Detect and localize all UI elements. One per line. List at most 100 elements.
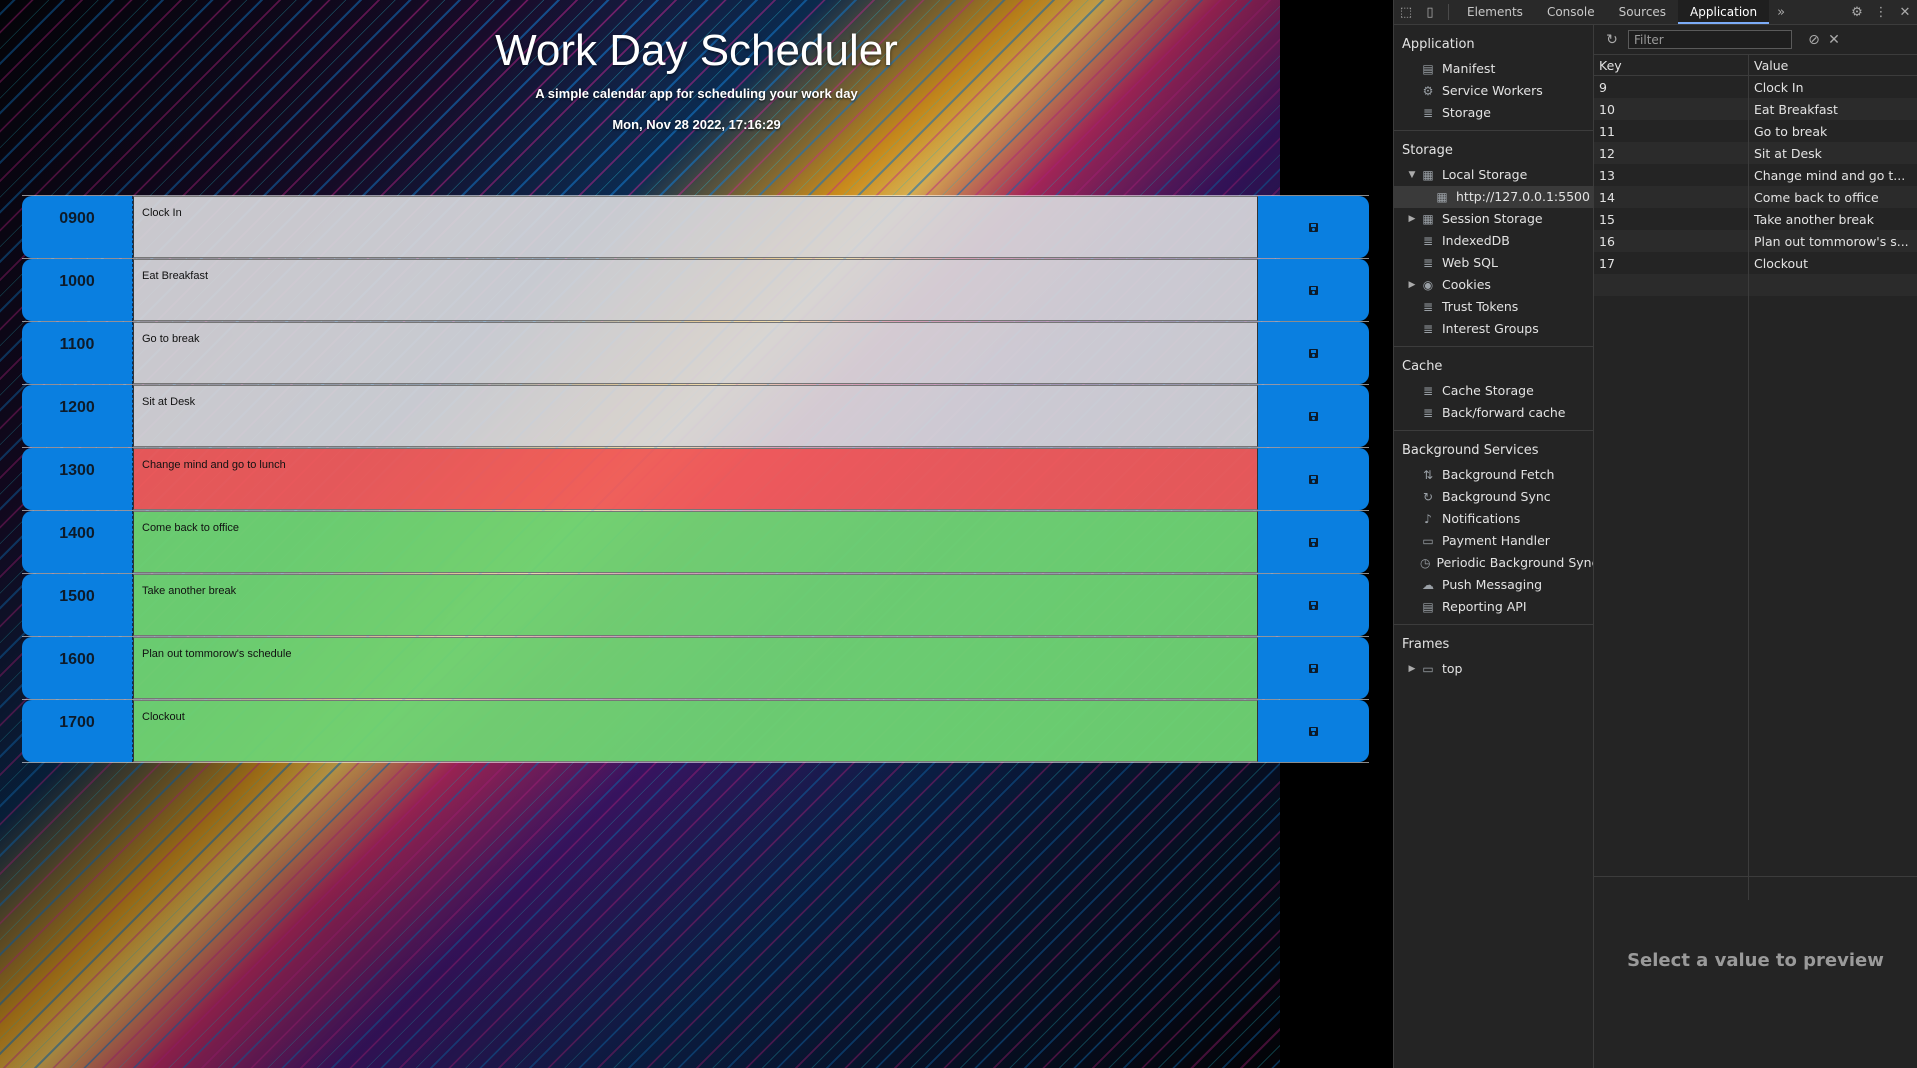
- more-options-icon[interactable]: ⋮: [1869, 0, 1893, 24]
- value-cell[interactable]: Take another break: [1749, 208, 1917, 230]
- event-description-input[interactable]: [133, 511, 1258, 573]
- table-row[interactable]: 14 Come back to office: [1594, 186, 1917, 208]
- more-tabs-icon[interactable]: »: [1769, 0, 1793, 24]
- sidebar-item-trust-tokens[interactable]: ≣ Trust Tokens: [1394, 296, 1593, 318]
- toolbar-divider: [1448, 4, 1449, 20]
- value-cell[interactable]: Eat Breakfast: [1748, 98, 1917, 120]
- settings-gear-icon[interactable]: ⚙: [1845, 0, 1869, 24]
- sidebar-item-background-sync[interactable]: ↻ Background Sync: [1394, 486, 1593, 508]
- table-row[interactable]: 16 Plan out tommorow's s...: [1594, 230, 1917, 252]
- save-button[interactable]: [1258, 574, 1369, 636]
- sidebar-item-local-storage-origin[interactable]: ▦ http://127.0.0.1:5500: [1394, 186, 1593, 208]
- collapsed-arrow-icon[interactable]: ▶: [1406, 208, 1418, 230]
- save-button[interactable]: [1258, 259, 1369, 321]
- refresh-icon[interactable]: ↻: [1602, 32, 1622, 48]
- page-subtitle: A simple calendar app for scheduling you…: [535, 86, 858, 101]
- save-button[interactable]: [1258, 700, 1369, 762]
- key-cell[interactable]: 16: [1594, 230, 1749, 252]
- tab-sources[interactable]: Sources: [1607, 0, 1678, 24]
- table-row[interactable]: 11 Go to break: [1594, 120, 1917, 142]
- sidebar-item-label: Push Messaging: [1442, 577, 1543, 592]
- sidebar-item-label: Background Fetch: [1442, 467, 1555, 482]
- table-row[interactable]: 15 Take another break: [1594, 208, 1917, 230]
- event-description-input[interactable]: [133, 322, 1258, 384]
- sidebar-item-label: Trust Tokens: [1442, 299, 1519, 314]
- key-cell[interactable]: 10: [1594, 98, 1749, 120]
- save-button[interactable]: [1258, 196, 1369, 258]
- event-description-input[interactable]: [133, 385, 1258, 447]
- event-description-input[interactable]: [133, 574, 1258, 636]
- delete-selected-icon[interactable]: ✕: [1824, 32, 1844, 48]
- sidebar-item-periodic-background-sync[interactable]: ◷ Periodic Background Sync: [1394, 552, 1593, 574]
- inspect-element-icon[interactable]: ⬚: [1394, 0, 1418, 24]
- event-description-input[interactable]: [133, 259, 1258, 321]
- sidebar-item-cache-storage[interactable]: ≣ Cache Storage: [1394, 380, 1593, 402]
- clear-all-icon[interactable]: ⊘: [1804, 32, 1824, 48]
- collapsed-arrow-icon[interactable]: ▶: [1406, 658, 1418, 680]
- sidebar-item-cookies[interactable]: ▶ ◉ Cookies: [1394, 274, 1593, 296]
- filter-input[interactable]: [1628, 30, 1792, 49]
- sidebar-heading: Application: [1402, 37, 1475, 52]
- value-cell[interactable]: Sit at Desk: [1748, 142, 1917, 164]
- event-description-input[interactable]: [133, 196, 1258, 258]
- value-cell[interactable]: Clockout: [1749, 252, 1917, 274]
- value-cell[interactable]: Go to break: [1749, 120, 1917, 142]
- sidebar-item-indexeddb[interactable]: ≣ IndexedDB: [1394, 230, 1593, 252]
- tab-console[interactable]: Console: [1535, 0, 1607, 24]
- sidebar-item-interest-groups[interactable]: ≣ Interest Groups: [1394, 318, 1593, 340]
- save-button[interactable]: [1258, 448, 1369, 510]
- sidebar-section-cache: Cache ≣ Cache Storage ≣ Back/forward cac…: [1394, 347, 1593, 431]
- event-description-input[interactable]: [133, 700, 1258, 762]
- tab-application[interactable]: Application: [1678, 0, 1770, 24]
- sidebar-item-storage[interactable]: ≣ Storage: [1394, 102, 1593, 124]
- table-row[interactable]: 12 Sit at Desk: [1594, 142, 1917, 164]
- key-cell[interactable]: 14: [1594, 186, 1749, 208]
- sidebar-item-session-storage[interactable]: ▶ ▦ Session Storage: [1394, 208, 1593, 230]
- table-row[interactable]: 13 Change mind and go t...: [1594, 164, 1917, 186]
- sidebar-item-service-workers[interactable]: ⚙ Service Workers: [1394, 80, 1593, 102]
- key-cell[interactable]: 15: [1594, 208, 1749, 230]
- sidebar-item-back-forward-cache[interactable]: ≣ Back/forward cache: [1394, 402, 1593, 424]
- sidebar-item-payment-handler[interactable]: ▭ Payment Handler: [1394, 530, 1593, 552]
- value-cell[interactable]: Clock In: [1749, 76, 1917, 99]
- table-row[interactable]: 10 Eat Breakfast: [1594, 98, 1917, 120]
- key-cell[interactable]: 11: [1594, 120, 1749, 142]
- device-toolbar-icon[interactable]: ▯: [1418, 0, 1442, 24]
- event-description-input[interactable]: [133, 637, 1258, 699]
- local-storage-view: ↻ ⊘ ✕ Key Value 9Clock In10Eat Breakfast…: [1594, 25, 1917, 1068]
- key-cell[interactable]: 17: [1594, 252, 1749, 274]
- sidebar-item-local-storage[interactable]: ▼ ▦ Local Storage: [1394, 164, 1593, 186]
- save-button[interactable]: [1258, 511, 1369, 573]
- collapsed-arrow-icon[interactable]: ▶: [1406, 274, 1418, 296]
- screen: Work Day Scheduler A simple calendar app…: [0, 0, 1917, 1068]
- key-column-header[interactable]: Key: [1594, 55, 1749, 76]
- sidebar-item-label: Session Storage: [1442, 211, 1543, 226]
- time-block-row: 1100: [22, 322, 1369, 385]
- empty-cell: [1594, 274, 1749, 296]
- sidebar-item-frame-top[interactable]: ▶ ▭ top: [1394, 658, 1593, 680]
- table-row[interactable]: 17 Clockout: [1594, 252, 1917, 274]
- table-row[interactable]: 9 Clock In: [1594, 75, 1917, 99]
- sidebar-item-reporting-api[interactable]: ▤ Reporting API: [1394, 596, 1593, 618]
- key-cell[interactable]: 13: [1594, 164, 1749, 186]
- expanded-arrow-icon[interactable]: ▼: [1406, 164, 1418, 186]
- save-floppy-icon: [1309, 285, 1318, 295]
- value-cell[interactable]: Plan out tommorow's s...: [1748, 230, 1917, 252]
- save-button[interactable]: [1258, 637, 1369, 699]
- key-cell[interactable]: 12: [1594, 142, 1749, 164]
- sidebar-item-manifest[interactable]: ▤ Manifest: [1394, 58, 1593, 80]
- tab-elements[interactable]: Elements: [1455, 0, 1535, 24]
- value-cell[interactable]: Change mind and go t...: [1749, 164, 1917, 186]
- value-cell[interactable]: Come back to office: [1748, 186, 1917, 208]
- value-column-header[interactable]: Value: [1748, 55, 1917, 76]
- sidebar-item-notifications[interactable]: ♪ Notifications: [1394, 508, 1593, 530]
- close-icon[interactable]: ✕: [1893, 0, 1917, 24]
- sidebar-item-background-fetch[interactable]: ⇅ Background Fetch: [1394, 464, 1593, 486]
- sidebar-item-push-messaging[interactable]: ☁ Push Messaging: [1394, 574, 1593, 596]
- save-button[interactable]: [1258, 385, 1369, 447]
- save-floppy-icon: [1309, 474, 1318, 484]
- event-description-input[interactable]: [133, 448, 1258, 510]
- sidebar-item-websql[interactable]: ≣ Web SQL: [1394, 252, 1593, 274]
- save-button[interactable]: [1258, 322, 1369, 384]
- key-cell[interactable]: 9: [1594, 75, 1749, 98]
